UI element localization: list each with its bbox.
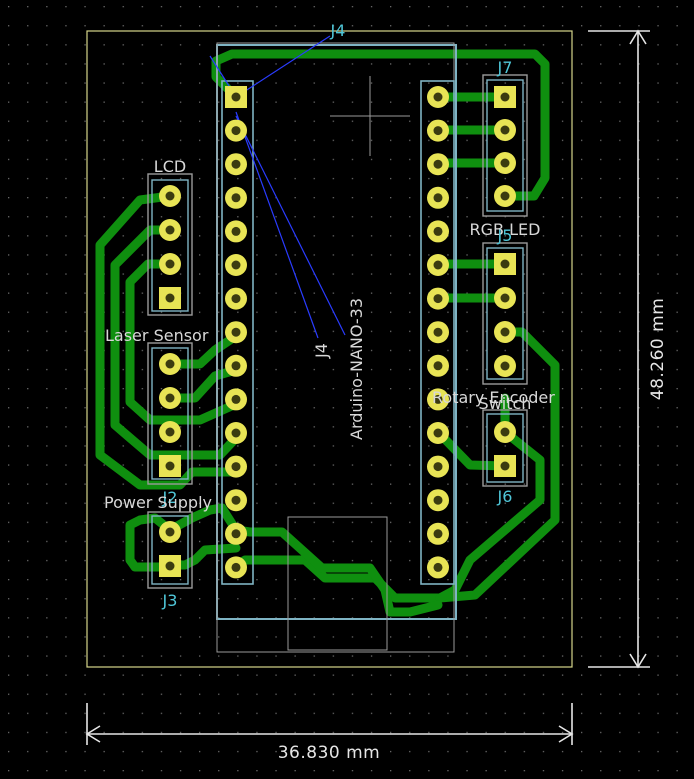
height-dimension-text: 48.260 mm	[648, 298, 668, 401]
pad-drill	[500, 427, 510, 437]
pad-drill	[433, 562, 443, 572]
pad-drill	[231, 327, 241, 337]
width-dimension-text: 36.830 mm	[278, 743, 381, 763]
pad-drill	[165, 393, 175, 403]
pad-drill	[231, 226, 241, 236]
pad-drill	[500, 327, 510, 337]
pad-drill	[433, 226, 443, 236]
pad-drill	[231, 562, 241, 572]
power-supply-label: Power Supply	[104, 493, 212, 512]
pad-drill	[165, 461, 175, 471]
pad-drill	[433, 159, 443, 169]
pad-drill	[165, 427, 175, 437]
pad-drill	[231, 428, 241, 438]
pad-drill	[500, 158, 510, 168]
pad-drill	[433, 92, 443, 102]
switch-label: Switch	[479, 394, 532, 413]
top-ref-label: J7	[497, 58, 513, 77]
mcu-ref-top: J4	[330, 21, 346, 40]
pad-drill	[231, 92, 241, 102]
pad-drill	[231, 260, 241, 270]
pad-drill	[433, 193, 443, 203]
pad-drill	[433, 294, 443, 304]
pad-drill	[231, 126, 241, 136]
pad-drill	[500, 361, 510, 371]
pad-drill	[500, 191, 510, 201]
pad-drill	[433, 260, 443, 270]
switch-ref-label: J6	[497, 487, 513, 506]
pad-drill	[165, 527, 175, 537]
pad-drill	[500, 92, 510, 102]
pad-drill	[433, 428, 443, 438]
pad-drill	[165, 225, 175, 235]
pad-drill	[433, 126, 443, 136]
pad-drill	[165, 259, 175, 269]
pad-drill	[165, 561, 175, 571]
pad-drill	[500, 293, 510, 303]
pad-drill	[433, 495, 443, 505]
pad-drill	[231, 361, 241, 371]
power-ref-label: J3	[162, 591, 178, 610]
pad-drill	[231, 193, 241, 203]
lcd-label: LCD	[154, 157, 186, 176]
laser-sensor-label: Laser Sensor	[105, 326, 209, 345]
pad-drill	[231, 495, 241, 505]
pad-drill	[433, 529, 443, 539]
pad-drill	[433, 361, 443, 371]
pad-drill	[231, 462, 241, 472]
pad-drill	[500, 125, 510, 135]
pad-drill	[165, 293, 175, 303]
pad-drill	[433, 327, 443, 337]
rgb-ref-label: J5	[497, 226, 513, 245]
pad-drill	[500, 461, 510, 471]
pcb-canvas[interactable]: J4 Arduino-NANO-33 J4 LCD Laser Sensor J…	[0, 0, 694, 779]
pad-drill	[165, 359, 175, 369]
pad-drill	[231, 529, 241, 539]
pad-drill	[231, 294, 241, 304]
pad-drill	[231, 394, 241, 404]
pad-drill	[433, 462, 443, 472]
pad-drill	[500, 259, 510, 269]
pad-drill	[165, 191, 175, 201]
mcu-value-label: Arduino-NANO-33	[347, 298, 366, 440]
mcu-ref-vertical: J4	[312, 343, 331, 359]
pad-drill	[231, 159, 241, 169]
